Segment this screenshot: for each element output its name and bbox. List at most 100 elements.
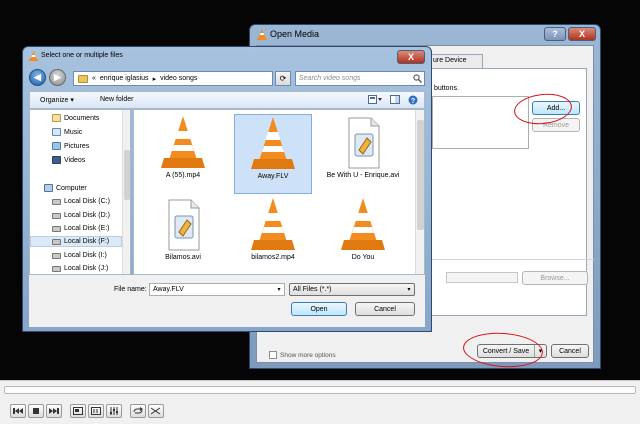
file-view: A (55).mp4 Away.FLV Be With U - Enrique.… (133, 109, 425, 275)
file-item[interactable]: Be With U - Enrique.avi (324, 114, 402, 194)
playlist-button[interactable] (106, 404, 122, 418)
file-type-value: All Files (*.*) (293, 286, 332, 293)
previous-icon (13, 408, 23, 414)
shuffle-icon (151, 407, 161, 415)
nav-item-computer[interactable]: Computer (44, 184, 87, 192)
file-item[interactable]: bilamos2.mp4 (234, 196, 312, 274)
nav-item-documents[interactable]: Documents (52, 114, 99, 122)
documents-icon (52, 114, 61, 122)
breadcrumb-separator[interactable]: ▸ (153, 75, 157, 83)
extended-settings-icon (91, 407, 101, 415)
change-view-icon[interactable] (368, 95, 382, 106)
file-item[interactable]: Do You (324, 196, 402, 274)
forward-button[interactable]: ▶ (49, 69, 66, 86)
vlc-cone-icon (251, 198, 295, 250)
fullscreen-button[interactable] (70, 404, 86, 418)
dialog-cancel-button[interactable]: Cancel (355, 302, 415, 316)
refresh-icon: ⟳ (279, 74, 287, 83)
show-more-checkbox[interactable] (269, 351, 277, 359)
computer-icon (44, 184, 53, 192)
previous-button[interactable] (10, 404, 26, 418)
vlc-cone-icon (29, 51, 38, 61)
folder-icon (78, 74, 88, 83)
file-type-select[interactable]: All Files (*.*) ▾ (289, 283, 415, 296)
nav-scrollbar[interactable] (122, 110, 130, 274)
file-name-label: File name: (114, 286, 147, 293)
loop-icon (133, 407, 143, 414)
file-item[interactable]: Bilamos.avi (144, 196, 222, 274)
arrow-left-icon: ◀ (34, 72, 41, 82)
music-icon (52, 128, 61, 136)
show-more-options[interactable]: Show more options (269, 351, 336, 359)
preview-pane-icon[interactable] (390, 95, 400, 106)
videos-icon (52, 156, 61, 164)
nav-item-videos[interactable]: Videos (52, 156, 85, 164)
nav-item-label: Pictures (64, 142, 90, 150)
browse-button[interactable]: Browse... (522, 271, 588, 285)
nav-item-local-disk-e[interactable]: Local Disk (E:) (52, 225, 110, 232)
disk-icon (52, 212, 61, 219)
tab-capture-device[interactable]: ure Device (429, 54, 483, 68)
search-icon[interactable] (410, 72, 424, 85)
file-item[interactable]: A (55).mp4 (144, 114, 222, 194)
shuffle-button[interactable] (148, 404, 164, 418)
nav-item-label: Music (64, 128, 83, 136)
nav-item-local-disk-j[interactable]: Local Disk (J:) (52, 265, 108, 272)
address-bar[interactable]: « enrique iglasius ▸ video songs (73, 71, 273, 86)
nav-item-label: Videos (64, 156, 86, 164)
nav-item-music[interactable]: Music (52, 128, 82, 136)
nav-item-label: Computer (56, 184, 87, 192)
nav-item-local-disk-d[interactable]: Local Disk (D:) (52, 212, 110, 219)
search-input[interactable]: Search video songs (295, 71, 425, 86)
dialog-toolbar: Organize ▾ New folder ? (29, 91, 425, 109)
pictures-icon (52, 142, 61, 150)
nav-item-local-disk-f[interactable]: Local Disk (F:) (52, 238, 109, 245)
stop-icon (33, 408, 39, 414)
vlc-cone-icon (257, 29, 267, 40)
subtitle-file-input[interactable] (446, 272, 518, 283)
file-item-selected[interactable]: Away.FLV (234, 114, 312, 194)
stop-button[interactable] (28, 404, 44, 418)
refresh-button[interactable]: ⟳ (275, 71, 291, 86)
file-view-scroll-thumb[interactable] (417, 120, 424, 230)
nav-scroll-thumb[interactable] (124, 150, 130, 200)
nav-item-local-disk-i[interactable]: Local Disk (I:) (52, 252, 107, 259)
nav-item-local-disk-c[interactable]: Local Disk (C:) (52, 198, 110, 205)
file-label: Away.FLV (257, 173, 289, 180)
disk-icon (52, 198, 61, 205)
nav-item-label: Local Disk (J:) (64, 265, 109, 272)
file-name-input[interactable]: Away.FLV ▾ (149, 283, 285, 296)
nav-item-label: Documents (64, 114, 100, 122)
next-button[interactable] (46, 404, 62, 418)
extended-settings-button[interactable] (88, 404, 104, 418)
next-icon (49, 408, 59, 414)
seek-bar[interactable] (4, 386, 636, 394)
close-button[interactable]: X (568, 27, 596, 41)
help-button[interactable]: ? (544, 27, 566, 41)
back-button[interactable]: ◀ (29, 69, 46, 86)
organize-menu[interactable]: Organize ▾ (40, 96, 74, 104)
dialog-footer: File name: Away.FLV ▾ All Files (*.*) ▾ … (29, 275, 425, 327)
open-media-title: Open Media (270, 29, 320, 39)
breadcrumb-overflow[interactable]: « (92, 75, 96, 82)
file-view-scrollbar[interactable] (415, 110, 424, 274)
dialog-close-button[interactable]: X (397, 50, 425, 64)
breadcrumb-enrique-iglasius[interactable]: enrique iglasius (100, 75, 149, 82)
select-files-dialog: Select one or multiple files X ◀ ▶ « enr… (22, 46, 432, 332)
file-label: Bilamos.avi (165, 254, 201, 261)
nav-item-label: Local Disk (D:) (64, 212, 110, 219)
search-placeholder: Search video songs (299, 75, 361, 82)
open-button[interactable]: Open (291, 302, 347, 316)
breadcrumb-video-songs[interactable]: video songs (160, 75, 197, 82)
new-folder-button[interactable]: New folder (100, 96, 133, 103)
cancel-button[interactable]: Cancel (551, 344, 589, 358)
help-icon[interactable]: ? (408, 95, 418, 107)
file-list[interactable] (432, 96, 529, 149)
chevron-down-icon[interactable]: ▾ (274, 286, 284, 293)
nav-item-label: Local Disk (I:) (64, 252, 107, 259)
file-label: Do You (351, 254, 375, 261)
dialog-title: Select one or multiple files (41, 52, 123, 59)
nav-item-pictures[interactable]: Pictures (52, 142, 89, 150)
chevron-down-icon: ▾ (407, 287, 411, 293)
loop-button[interactable] (130, 404, 146, 418)
